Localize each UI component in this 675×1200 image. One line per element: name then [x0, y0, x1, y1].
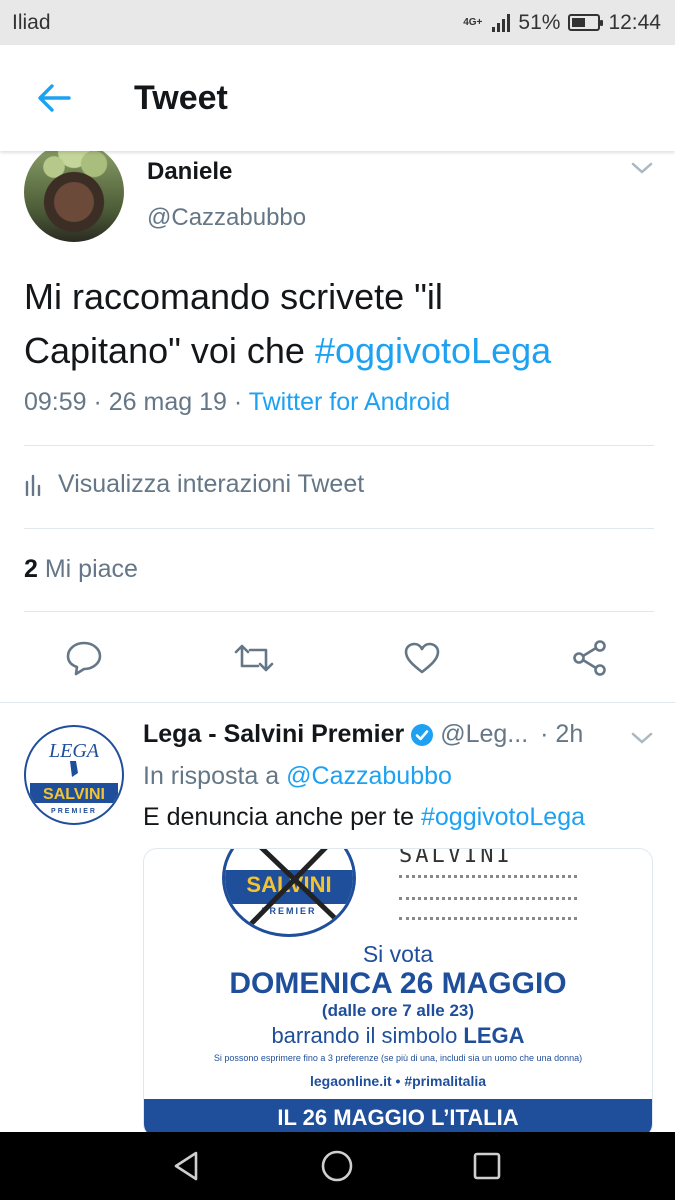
- poster-line-4-plain: barrando il simbolo: [271, 1023, 464, 1048]
- author-avatar[interactable]: [24, 142, 124, 242]
- tweet-text-line-2: Capitano" voi che #oggivotoLega: [24, 324, 654, 378]
- divider: [24, 611, 654, 612]
- ballot-line: [399, 897, 577, 900]
- reply-author-name[interactable]: Lega - Salvini Premier: [143, 720, 404, 749]
- battery-percent: 51%: [518, 10, 561, 34]
- poster-line-3: (dalle ore 7 alle 23): [321, 1001, 475, 1020]
- poster-line-1: Si vota: [362, 941, 434, 967]
- tweet-meta: 09:59 · 26 mag 19 · Twitter for Android: [24, 388, 450, 417]
- ballot-line: [399, 875, 577, 878]
- page-title: Tweet: [134, 78, 228, 117]
- reply-menu-button[interactable]: [630, 730, 654, 751]
- circle-home-icon: [321, 1150, 353, 1182]
- ballot-line: [399, 917, 577, 920]
- share-button[interactable]: [562, 630, 618, 686]
- share-icon: [573, 640, 606, 676]
- like-button[interactable]: [394, 630, 450, 686]
- app-header: Tweet: [0, 45, 675, 151]
- nav-back-button[interactable]: [164, 1144, 208, 1188]
- tweet-source-link[interactable]: Twitter for Android: [249, 388, 450, 416]
- retweet-button[interactable]: [226, 630, 282, 686]
- reply-author-handle[interactable]: @Leg...: [440, 720, 528, 749]
- triangle-back-icon: [174, 1151, 198, 1181]
- in-reply-to: In risposta a @Cazzabubbo: [143, 762, 452, 791]
- poster-line-2: DOMENICA 26 MAGGIO: [229, 967, 567, 1000]
- reply-avatar[interactable]: LEGA SALVINI PREMIER: [24, 725, 124, 825]
- arrow-left-icon: [38, 84, 71, 112]
- view-interactions-row[interactable]: Visualizza interazioni Tweet: [24, 470, 364, 499]
- reply-text-body: E denuncia anche per te: [143, 803, 421, 831]
- author-handle[interactable]: @Cazzabubbo: [147, 204, 306, 232]
- tweet-actions: [0, 630, 675, 686]
- poster-line-4-bold: LEGA: [463, 1023, 525, 1048]
- reply-header: Lega - Salvini Premier @Leg... · 2h: [143, 720, 583, 749]
- tweet-text-line-1: Mi raccomando scrivete "il: [24, 276, 443, 317]
- heart-icon: [404, 642, 440, 674]
- handwritten-name: SALVINI: [399, 848, 513, 868]
- divider: [24, 528, 654, 529]
- status-bar: Iliad 4G+ 51% 12:44: [0, 0, 675, 45]
- bar-chart-icon: [25, 474, 41, 496]
- battery-fill: [572, 18, 585, 27]
- likes-count: 2: [24, 555, 38, 583]
- chevron-down-icon: [631, 732, 653, 744]
- view-interactions-label: Visualizza interazioni Tweet: [58, 470, 365, 498]
- tweet-text-body: Capitano" voi che: [24, 330, 315, 371]
- nav-home-button[interactable]: [315, 1144, 359, 1188]
- likes-label: Mi piace: [37, 555, 138, 583]
- status-icons: 4G+ 51% 12:44: [463, 11, 661, 35]
- comment-icon: [66, 641, 102, 676]
- signal-icon: [492, 13, 511, 32]
- reply-avatar-logo-text: LEGA: [48, 740, 100, 762]
- cross-mark-icon: [246, 849, 342, 929]
- battery-icon: [568, 14, 604, 31]
- lega-salvini-logo: SALVINI PREMIER: [222, 849, 356, 937]
- tweet-text: Mi raccomando scrivete "il Capitano" voi…: [24, 270, 654, 378]
- reply-timestamp: · 2h: [540, 720, 584, 748]
- tweet-timestamp: 09:59 · 26 mag 19 ·: [24, 388, 249, 416]
- likes-row[interactable]: 2 Mi piace: [24, 555, 138, 584]
- reply-avatar-band-text: SALVINI: [43, 786, 105, 803]
- section-divider: [0, 702, 675, 703]
- divider: [24, 445, 654, 446]
- tweet-menu-button[interactable]: [630, 160, 654, 181]
- clock: 12:44: [608, 10, 661, 34]
- retweet-icon: [234, 644, 274, 672]
- lega-logo-icon: LEGA SALVINI PREMIER: [28, 729, 120, 821]
- reply-text: E denuncia anche per te #oggivotoLega: [143, 803, 585, 832]
- poster-line-5: Si possono esprimere fino a 3 preferenze…: [213, 1053, 583, 1063]
- media-image[interactable]: SALVINI PREMIER SALVINI Si vota DOMENICA…: [143, 848, 653, 1138]
- square-recents-icon: [473, 1152, 501, 1180]
- carrier-label: Iliad: [12, 10, 51, 34]
- poster-line-4: barrando il simbolo LEGA: [144, 1023, 652, 1049]
- hashtag-link[interactable]: #oggivotoLega: [315, 330, 551, 371]
- hashtag-link[interactable]: #oggivotoLega: [421, 803, 585, 831]
- verified-badge-icon: [411, 723, 434, 746]
- network-type-label: 4G+: [463, 16, 483, 28]
- in-reply-to-label: In risposta a: [143, 762, 287, 790]
- chevron-down-icon: [631, 162, 653, 174]
- author-name[interactable]: Daniele: [147, 158, 232, 186]
- reply-avatar-sub-text: PREMIER: [51, 808, 97, 815]
- reply-button[interactable]: [56, 630, 112, 686]
- poster-line-6: legaonline.it • #primalitalia: [309, 1073, 487, 1089]
- system-nav-bar: [0, 1132, 675, 1200]
- mention-link[interactable]: @Cazzabubbo: [286, 762, 452, 790]
- nav-recents-button[interactable]: [465, 1144, 509, 1188]
- back-button[interactable]: [22, 66, 86, 130]
